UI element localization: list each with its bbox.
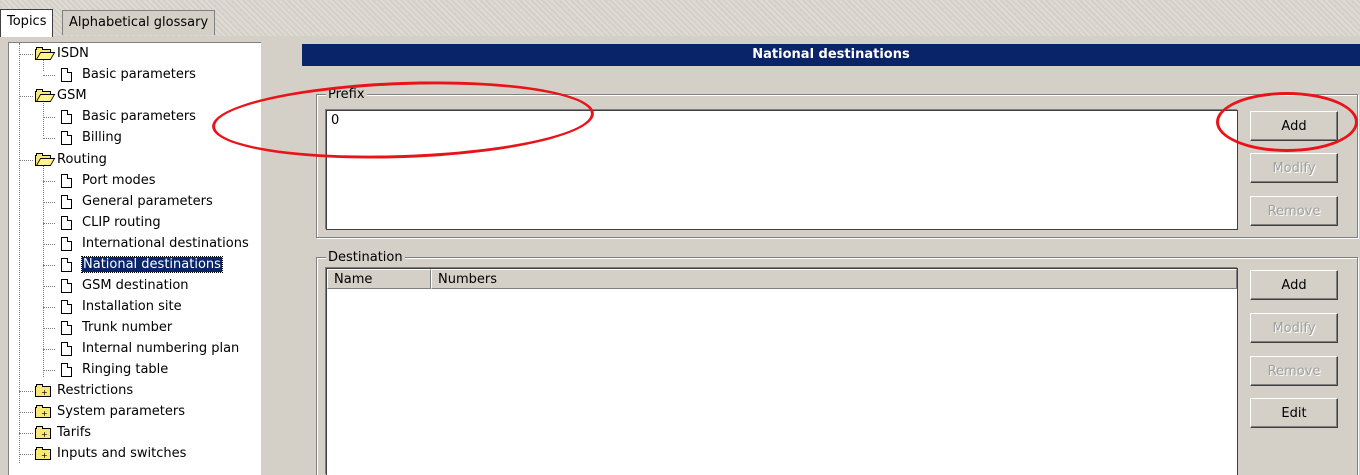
tree-item-isdn-basic-parameters[interactable]: Basic parameters: [43, 64, 196, 85]
tree-item-inputs-and-switches[interactable]: + Inputs and switches: [19, 443, 186, 464]
tree-item-label: International destinations: [82, 236, 249, 251]
tree-item-label: Internal numbering plan: [82, 341, 240, 356]
tree-item-label: CLIP routing: [82, 215, 161, 230]
annotation-ellipse: [1216, 92, 1358, 152]
prefix-remove-button[interactable]: Remove: [1250, 196, 1338, 226]
tree-item-label: GSM: [57, 88, 87, 103]
tree-item-label: ISDN: [57, 46, 89, 61]
destination-remove-button[interactable]: Remove: [1250, 356, 1338, 386]
document-icon: [61, 215, 72, 230]
tree-item-clip-routing[interactable]: CLIP routing: [43, 212, 161, 233]
tree-item-port-modes[interactable]: Port modes: [43, 170, 156, 191]
document-icon: [61, 236, 72, 251]
document-icon: [61, 173, 72, 188]
tree-item-national-destinations[interactable]: National destinations: [43, 254, 223, 275]
tab-strip: Topics Alphabetical glossary: [0, 0, 1360, 37]
topics-tree[interactable]: ISDN Basic parameters GSM Basic paramete…: [8, 42, 261, 475]
tree-item-tarifs[interactable]: + Tarifs: [19, 422, 91, 443]
tree-item-billing[interactable]: Billing: [43, 127, 122, 148]
document-icon: [61, 194, 72, 209]
tree-item-label: General parameters: [82, 194, 213, 209]
folder-closed-icon: +: [35, 426, 53, 439]
tree-item-label: Billing: [82, 130, 122, 145]
tree-item-system-parameters[interactable]: + System parameters: [19, 401, 185, 422]
document-icon: [61, 299, 72, 314]
tree-item-routing[interactable]: Routing: [19, 149, 107, 170]
tree-item-internal-numbering-plan[interactable]: Internal numbering plan: [43, 338, 239, 359]
tree-item-installation-site[interactable]: Installation site: [43, 296, 182, 317]
destination-group-label: Destination: [326, 250, 405, 265]
page-title: National destinations: [302, 44, 1360, 66]
folder-closed-icon: +: [35, 405, 53, 418]
destination-modify-button[interactable]: Modify: [1250, 313, 1338, 343]
folder-open-icon: [35, 153, 56, 166]
document-icon: [61, 257, 72, 272]
tree-item-label: Port modes: [82, 173, 156, 188]
tree-item-gsm-destination[interactable]: GSM destination: [43, 275, 189, 296]
folder-open-icon: [35, 47, 56, 60]
tree-item-label: Trunk number: [82, 320, 173, 335]
destination-edit-button[interactable]: Edit: [1250, 398, 1338, 428]
tree-item-restrictions[interactable]: + Restrictions: [19, 380, 133, 401]
tree-item-international-destinations[interactable]: International destinations: [43, 233, 249, 254]
folder-open-icon: [35, 89, 56, 102]
document-icon: [61, 320, 72, 335]
prefix-modify-button[interactable]: Modify: [1250, 153, 1338, 183]
tree-item-label: Installation site: [82, 299, 182, 314]
tree-item-label: Tarifs: [57, 425, 92, 440]
tree-item-label-selected: National destinations: [81, 256, 223, 273]
destination-table[interactable]: Name Numbers: [326, 268, 1238, 475]
tab-alphabetical-glossary[interactable]: Alphabetical glossary: [62, 10, 216, 35]
tree-item-label: Inputs and switches: [57, 446, 187, 461]
tree-item-label: Basic parameters: [82, 67, 196, 82]
tree-item-label: Basic parameters: [82, 109, 196, 124]
tree-item-isdn[interactable]: ISDN: [19, 43, 89, 64]
tree-item-gsm-basic-parameters[interactable]: Basic parameters: [43, 106, 196, 127]
destination-add-button[interactable]: Add: [1250, 270, 1338, 300]
document-icon: [61, 278, 72, 293]
tree-item-label: Ringing table: [82, 362, 169, 377]
document-icon: [61, 67, 72, 82]
tree-item-label: System parameters: [57, 404, 186, 419]
column-header-numbers[interactable]: Numbers: [431, 269, 1237, 289]
tree-item-label: Routing: [57, 152, 107, 167]
tree-item-general-parameters[interactable]: General parameters: [43, 191, 213, 212]
column-header-name[interactable]: Name: [327, 269, 431, 289]
document-icon: [61, 341, 72, 356]
tree-item-label: GSM destination: [82, 278, 189, 293]
document-icon: [61, 362, 72, 377]
folder-closed-icon: +: [35, 447, 53, 460]
folder-closed-icon: +: [35, 384, 53, 397]
tree-item-gsm[interactable]: GSM: [19, 85, 87, 106]
tree-item-label: Restrictions: [57, 383, 134, 398]
tree-item-trunk-number[interactable]: Trunk number: [43, 317, 172, 338]
tree-item-ringing-table[interactable]: Ringing table: [43, 359, 168, 380]
tab-topics[interactable]: Topics: [0, 9, 54, 37]
document-icon: [61, 109, 72, 124]
document-icon: [61, 130, 72, 145]
